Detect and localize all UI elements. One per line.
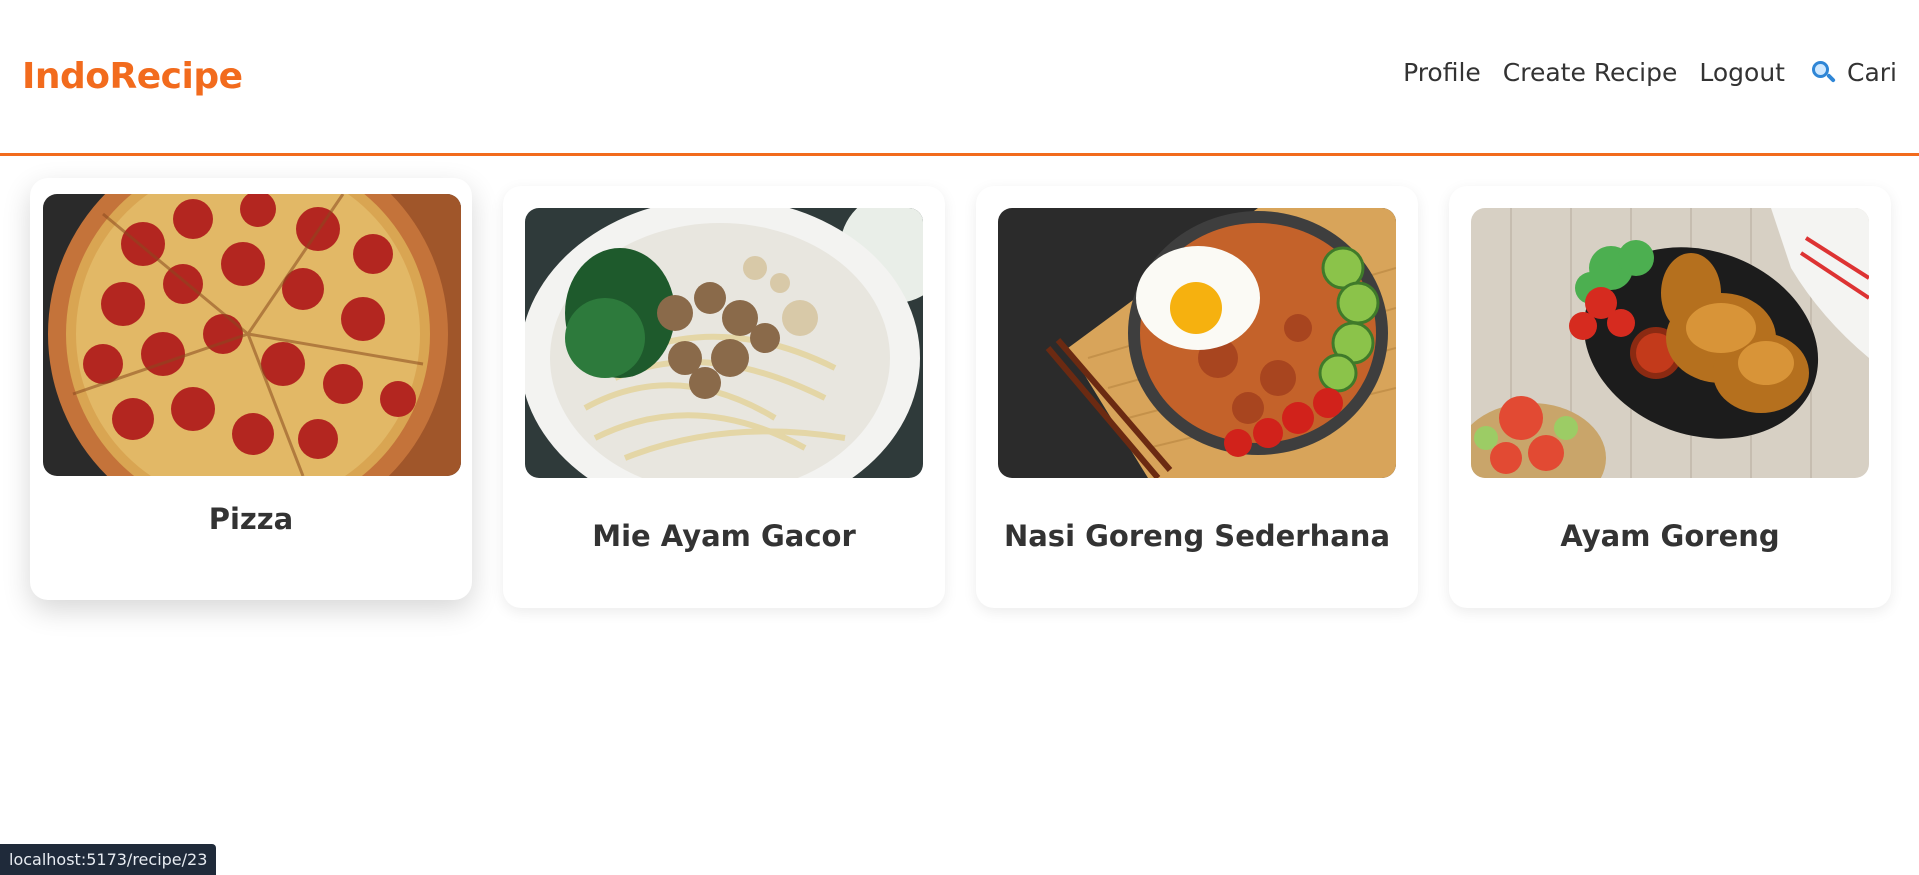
status-bar-url: localhost:5173/recipe/23	[0, 844, 217, 875]
recipe-card[interactable]: Pizza	[30, 178, 472, 600]
mie-ayam-photo	[525, 208, 923, 478]
recipe-card[interactable]: Mie Ayam Gacor	[503, 186, 945, 608]
brand-logo[interactable]: IndoRecipe	[22, 56, 243, 97]
recipe-title: Mie Ayam Gacor	[592, 519, 856, 553]
search-link[interactable]: Cari	[1811, 58, 1897, 87]
nav-link-create-recipe[interactable]: Create Recipe	[1503, 58, 1678, 87]
recipe-card[interactable]: Nasi Goreng Sederhana	[976, 186, 1418, 608]
navbar: IndoRecipe Profile Create Recipe Logout …	[0, 0, 1919, 156]
nav-link-logout[interactable]: Logout	[1699, 58, 1785, 87]
nav-link-profile[interactable]: Profile	[1403, 58, 1481, 87]
pizza-photo	[43, 194, 461, 476]
recipe-title: Pizza	[208, 502, 294, 536]
ayam-goreng-photo	[1471, 208, 1869, 478]
search-label: Cari	[1847, 58, 1897, 87]
nasi-goreng-photo	[998, 208, 1396, 478]
nav-links: Profile Create Recipe Logout Cari	[1381, 58, 1897, 87]
recipe-title: Ayam Goreng	[1560, 519, 1780, 553]
recipe-title: Nasi Goreng Sederhana	[1003, 519, 1391, 553]
search-icon	[1811, 60, 1837, 86]
recipe-card[interactable]: Ayam Goreng	[1449, 186, 1891, 608]
